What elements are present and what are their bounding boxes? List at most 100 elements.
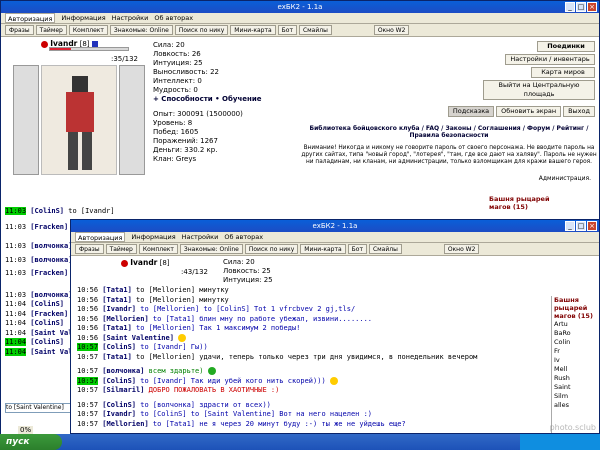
side-title: Башня рыцарей магов (15)	[489, 195, 550, 211]
tool-smileys[interactable]: Смайлы	[298, 25, 332, 35]
user-item[interactable]: Silm	[552, 392, 599, 401]
front-menubar: Авторизация Информация Настройки Об авто…	[71, 232, 599, 243]
chat-line: 10:56 [Ivandr] to [Mellorien] to [ColinS…	[77, 305, 356, 313]
chat-line: 10:57 [Silmaril] ДОБРО ПОЖАЛОВАТЬ В ХАОТ…	[77, 386, 280, 394]
chat-line: 10:56 [Saint Valentine]	[77, 333, 551, 344]
smiley-icon	[207, 367, 216, 375]
tool-minimap[interactable]: Мини-карта	[300, 244, 346, 254]
chat-line: 10:56 [Tata1] to [Mellorien] Так 1 макси…	[77, 324, 301, 332]
room-user-list: Башня рыцарей магов (15) Artu BaRo Colin…	[551, 296, 599, 433]
info-wins: Побед: 1605	[153, 128, 199, 136]
progress-text: 0%	[18, 426, 34, 434]
refresh-button[interactable]: Обновить экран	[496, 106, 562, 117]
abilities-link[interactable]: + Способности • Обучение	[153, 95, 261, 104]
player-header: Ivandr [8]	[101, 258, 241, 267]
equip-slots-left	[13, 65, 39, 175]
front-chat: 10:56 [Tata1] to [Mellorien] минутку 10:…	[71, 286, 551, 433]
tool-kit[interactable]: Комплект	[138, 244, 178, 254]
tool-timer[interactable]: Таймер	[105, 244, 137, 254]
menu-auth[interactable]: Авторизация	[5, 13, 56, 23]
front-window: exБК2 - 1.1a _ □ × Авторизация Информация …	[70, 219, 600, 434]
chat-line: 10:57 [Tata1] to [Mellorien] удачи, тепе…	[77, 352, 478, 361]
exit-square-button[interactable]: Выйти на Центральную площадь	[483, 80, 595, 100]
back-menubar: Авторизация Информация Настройки Об авто…	[1, 13, 599, 24]
tool-w2[interactable]: Окно W2	[373, 25, 410, 35]
stat-strength: Сила: 20	[223, 258, 255, 266]
tool-minimap[interactable]: Мини-карта	[230, 25, 276, 35]
user-item[interactable]: Rush	[552, 374, 599, 383]
fights-button[interactable]: Поединки	[537, 41, 595, 52]
close-icon[interactable]: ×	[587, 221, 597, 231]
stat-wisdom: Мудрость: 0	[153, 86, 198, 94]
player-name[interactable]: Ivandr	[130, 258, 157, 267]
front-titlebar[interactable]: exБК2 - 1.1a _ □ ×	[71, 220, 599, 232]
taskbar: пуск 0%	[0, 426, 600, 450]
chat-line: 10:57 [ColinS] to [Ivandr] Гы))	[77, 343, 208, 351]
front-toolbar: Фразы Таймер Комплект Знакомые: Online П…	[71, 243, 599, 256]
tool-search[interactable]: Поиск по нику	[244, 244, 299, 254]
info-links[interactable]: Библиотека бойцовского клуба / FAQ / Зак…	[301, 125, 597, 139]
user-item[interactable]: Artu	[552, 320, 599, 329]
maximize-icon[interactable]: □	[576, 2, 586, 12]
menu-about[interactable]: Об авторах	[154, 13, 193, 23]
menu-info[interactable]: Информация	[61, 13, 105, 23]
back-titlebar[interactable]: exБК2 - 1.1a _ □ ×	[1, 1, 599, 13]
user-item[interactable]: BaRo	[552, 329, 599, 338]
chat-line: 10:57 [волчонка] всем здарьте)	[77, 367, 551, 377]
settings-inventory-button[interactable]: Настройки / инвентарь	[505, 54, 595, 65]
tool-search[interactable]: Поиск по нику	[174, 25, 229, 35]
menu-settings[interactable]: Настройки	[182, 232, 219, 242]
password-warning: Внимание! Никогда и никому не говорите п…	[301, 145, 597, 165]
close-icon[interactable]: ×	[587, 2, 597, 12]
front-window-title: exБК2 - 1.1a	[312, 222, 358, 230]
chat-line: 10:57 [Ivandr] to [ColinS] to [Saint Val…	[77, 410, 373, 418]
right-panel: Поединки Настройки / инвентарь Карта мир…	[425, 41, 595, 117]
tool-bot[interactable]: Бот	[277, 25, 297, 35]
tool-friends[interactable]: Знакомые: Online	[109, 25, 173, 35]
user-item[interactable]: Colin	[552, 338, 599, 347]
world-map-button[interactable]: Карта миров	[531, 67, 595, 78]
tool-smileys[interactable]: Смайлы	[368, 244, 402, 254]
info-clan: Клан: Greys	[153, 155, 197, 163]
minimize-icon[interactable]: _	[565, 2, 575, 12]
chat-line: 10:56 [Tata1] to [Mellorien] минутку	[77, 295, 229, 304]
warrior-icon	[66, 76, 94, 170]
tool-timer[interactable]: Таймер	[35, 25, 67, 35]
user-item[interactable]: alles	[552, 401, 599, 410]
tool-phrases[interactable]: Фразы	[75, 244, 104, 254]
stats-block: Сила: 20 Ловкость: 25 Интуиция: 25	[223, 258, 273, 285]
info-level: Уровень: 8	[153, 119, 193, 127]
tool-bot[interactable]: Бот	[347, 244, 367, 254]
info-money: Деньги: 330.2 кр.	[153, 146, 218, 154]
chat-line: 10:57 [ColinS] to [волчонка] здрасти от …	[77, 400, 271, 409]
menu-info[interactable]: Информация	[131, 232, 175, 242]
tool-friends[interactable]: Знакомые: Online	[179, 244, 243, 254]
user-item[interactable]: Fr	[552, 347, 599, 356]
maximize-icon[interactable]: □	[576, 221, 586, 231]
equip-slots-right	[119, 65, 145, 175]
character-figure	[41, 65, 117, 175]
menu-auth[interactable]: Авторизация	[75, 232, 126, 242]
watermark: photo.sclub	[549, 423, 596, 432]
tool-w2[interactable]: Окно W2	[443, 244, 480, 254]
system-tray	[520, 434, 600, 450]
start-label: пуск	[6, 437, 30, 447]
logout-button[interactable]: Выход	[563, 106, 595, 117]
chat-line: 10:57 [Mellorien] to [Tata1] не я через …	[77, 419, 406, 428]
user-item[interactable]: Saint	[552, 383, 599, 392]
minimize-icon[interactable]: _	[565, 221, 575, 231]
hint-button[interactable]: Подсказка	[447, 106, 495, 117]
smiley-icon	[329, 376, 338, 385]
start-button[interactable]: пуск	[0, 434, 62, 450]
tool-kit[interactable]: Комплект	[68, 25, 108, 35]
tool-phrases[interactable]: Фразы	[5, 25, 34, 35]
menu-about[interactable]: Об авторах	[224, 232, 263, 242]
menu-settings[interactable]: Настройки	[112, 13, 149, 23]
stat-intuition: Интуиция: 25	[223, 276, 273, 284]
user-item[interactable]: Mell	[552, 365, 599, 374]
stat-strength: Сила: 20	[153, 41, 185, 49]
back-chat-input[interactable]: to [Saint Valentine]	[5, 403, 71, 413]
user-item[interactable]: Iv	[552, 356, 599, 365]
info-losses: Поражений: 1267	[153, 137, 218, 145]
front-content: Ivandr [8] :43/132 Сила: 20 Ловкость: 25…	[71, 256, 599, 433]
